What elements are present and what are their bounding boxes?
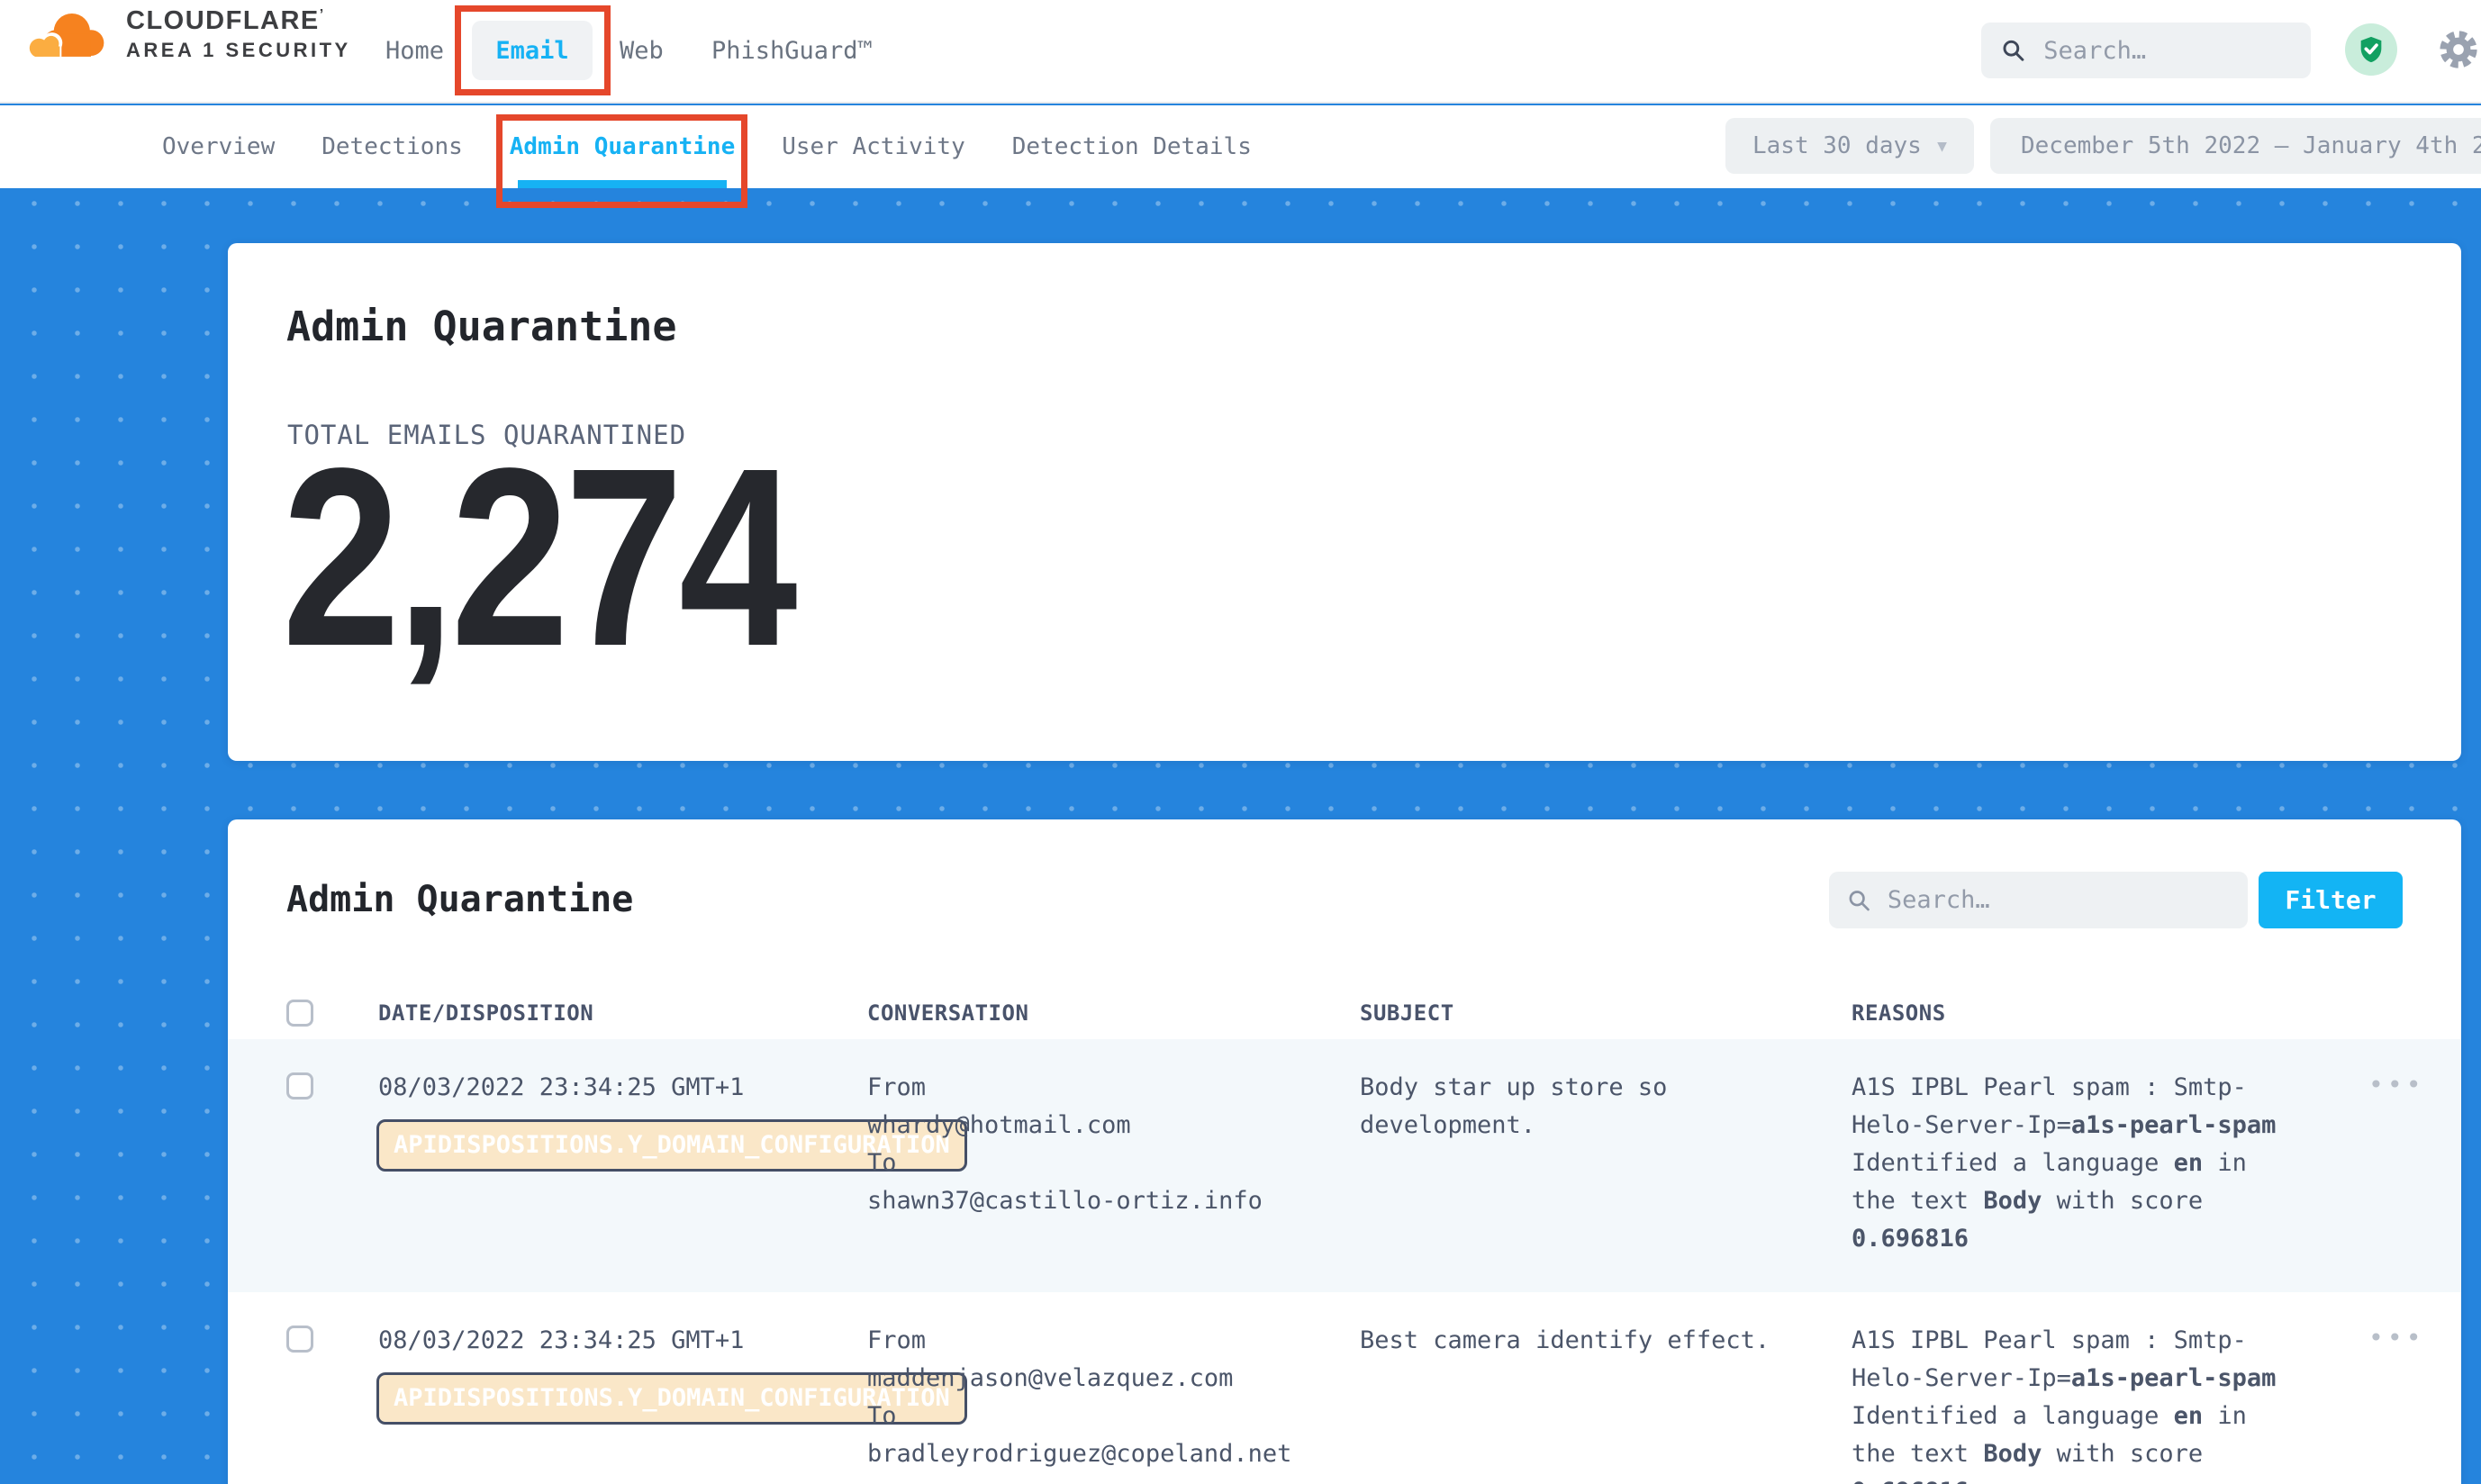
cell-subject: Body star up store so development. [1360, 1069, 1852, 1292]
total-emails-value: 2,274 [282, 430, 793, 684]
brand-name: CLOUDFLARE’ [126, 7, 351, 36]
quarantine-table-card: Admin Quarantine Filter DATE/DISPOSITION… [228, 819, 2461, 1484]
select-all-checkbox[interactable] [286, 1000, 313, 1027]
cell-reasons: A1S IPBL Pearl spam : Smtp-Helo-Server-I… [1852, 1322, 2286, 1484]
row-checkbox[interactable] [286, 1072, 313, 1099]
tab-detections[interactable]: Detections [321, 133, 463, 160]
cell-reasons: A1S IPBL Pearl spam : Smtp-Helo-Server-I… [1852, 1069, 2286, 1292]
tab-overview[interactable]: Overview [162, 133, 275, 160]
table-row: 08/03/2022 23:34:25 GMT+1 From maddenjas… [228, 1292, 2461, 1484]
cell-conversation: From whardy@hotmail.com To shawn37@casti… [867, 1069, 1360, 1292]
brand-subtitle: AREA 1 SECURITY [126, 40, 351, 61]
nav-home[interactable]: Home [385, 0, 444, 102]
col-date-disposition: DATE/DISPOSITION [378, 1000, 867, 1026]
shield-check-icon [2356, 34, 2386, 65]
cell-conversation: From maddenjason@velazquez.com To bradle… [867, 1322, 1360, 1484]
email-subnav: Overview Detections Admin Quarantine Use… [0, 105, 2481, 188]
tab-user-activity[interactable]: User Activity [782, 133, 965, 160]
global-search[interactable] [1981, 23, 2311, 78]
chevron-down-icon: ▼ [1937, 137, 1947, 156]
nav-phishguard[interactable]: PhishGuard™ [711, 0, 873, 102]
col-reasons: REASONS [1852, 1000, 2286, 1026]
search-icon [1847, 887, 1871, 914]
row-menu-icon[interactable]: ••• [2286, 1322, 2461, 1484]
date-range-dropdown-label: Last 30 days [1752, 132, 1922, 159]
search-icon [2001, 36, 2025, 65]
cell-subject: Best camera identify effect. [1360, 1322, 1852, 1484]
tab-detection-details[interactable]: Detection Details [1012, 133, 1252, 160]
row-menu-icon[interactable]: ••• [2286, 1069, 2461, 1292]
date-range-text: December 5th 2022 — January 4th 2023 [2021, 132, 2481, 159]
date-range-dropdown[interactable]: Last 30 days ▼ [1725, 118, 1974, 174]
col-conversation: CONVERSATION [867, 1000, 1360, 1026]
active-tab-underline [518, 180, 727, 188]
cloudflare-cloud-icon [25, 7, 112, 61]
summary-card-title: Admin Quarantine [286, 303, 676, 350]
app-header: CLOUDFLARE’ AREA 1 SECURITY Home Email W… [0, 0, 2481, 104]
tab-admin-quarantine[interactable]: Admin Quarantine [510, 133, 735, 160]
table-row: 08/03/2022 23:34:25 GMT+1 From whardy@ho… [228, 1039, 2461, 1292]
table-search-input[interactable] [1888, 886, 2230, 914]
table-header-row: DATE/DISPOSITION CONVERSATION SUBJECT RE… [228, 987, 2461, 1039]
table-card-title: Admin Quarantine [286, 879, 633, 920]
col-subject: SUBJECT [1360, 1000, 1852, 1026]
cell-date: 08/03/2022 23:34:25 GMT+1 [378, 1069, 867, 1292]
global-search-input[interactable] [2043, 37, 2291, 65]
table-search[interactable] [1829, 872, 2248, 928]
protection-status-badge[interactable] [2345, 23, 2397, 76]
settings-gear-icon[interactable] [2435, 26, 2481, 73]
filter-button[interactable]: Filter [2259, 872, 2403, 928]
cloudflare-logo: CLOUDFLARE’ AREA 1 SECURITY [25, 7, 351, 61]
date-range-field[interactable]: December 5th 2022 — January 4th 2023 [1990, 118, 2481, 174]
quarantine-summary-card: Admin Quarantine TOTAL EMAILS QUARANTINE… [228, 243, 2461, 761]
nav-web[interactable]: Web [620, 0, 664, 102]
nav-email[interactable]: Email [472, 21, 593, 80]
row-checkbox[interactable] [286, 1326, 313, 1353]
